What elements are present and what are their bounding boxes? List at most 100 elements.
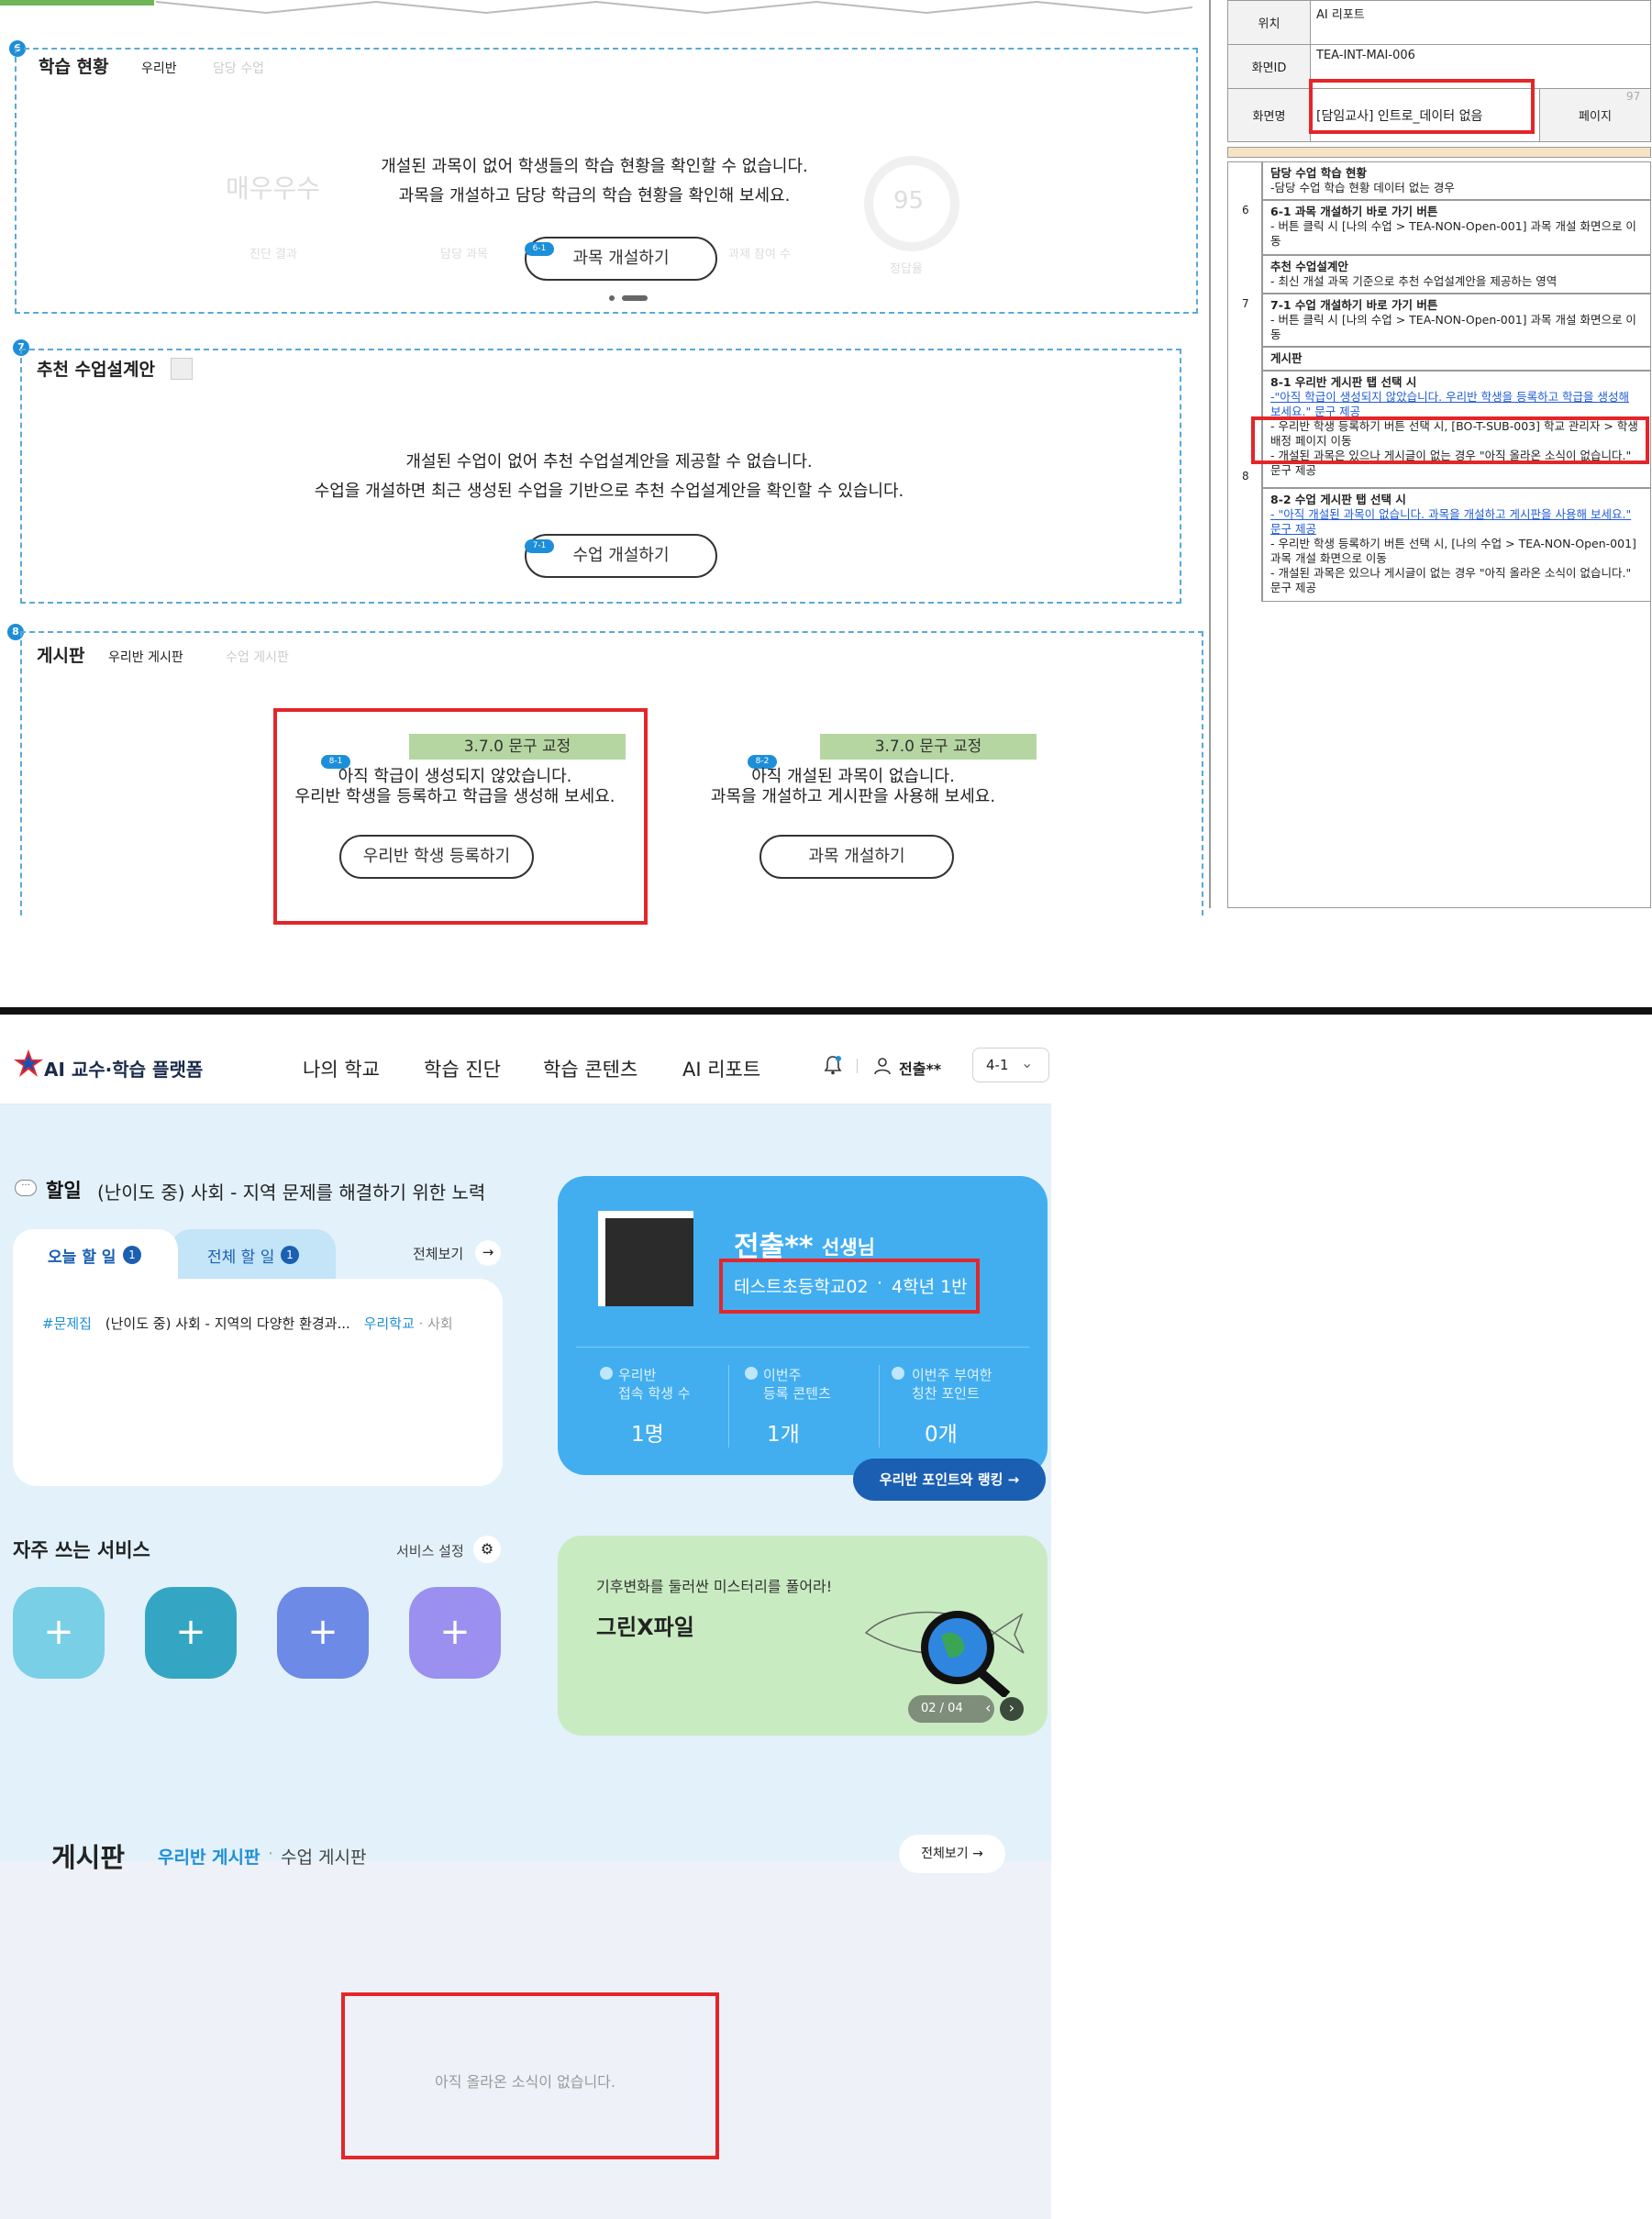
tab-our-board[interactable]: 우리반 게시판 [158, 1844, 261, 1869]
teacher-suffix: 선생님 [822, 1237, 875, 1259]
chevron-down-icon: ⌄ [1021, 1054, 1034, 1071]
chevron-right-icon[interactable]: › [1000, 1697, 1024, 1721]
class-select[interactable]: 4-1 ⌄ [972, 1048, 1049, 1082]
todo-view-all[interactable]: 전체보기 [413, 1244, 463, 1263]
highlight-box [273, 708, 648, 925]
tab-all-todo-label: 전체 할 일 [207, 1248, 275, 1267]
service-slot-1[interactable]: + [13, 1587, 105, 1679]
chevron-left-icon[interactable]: ‹ [985, 1699, 991, 1716]
empty-message: 아직 개설된 과목이 없습니다. 과목을 개설하고 게시판을 사용해 보세요. [679, 767, 1027, 807]
avatar[interactable] [598, 1211, 693, 1306]
divider-line [576, 1347, 1029, 1348]
brand-name[interactable]: AI 교수·학습 플랫폼 [44, 1055, 203, 1082]
service-slot-2[interactable]: + [145, 1587, 237, 1679]
page-number: 97 [1626, 90, 1641, 103]
spec-row-line: - 개설된 과목은 있으나 게시글이 없는 경우 "아직 올라온 소식이 없습니… [1270, 566, 1632, 594]
wireframe-spec-page: 6 학습 현황 우리반 담당 수업 매우우수 진단 결과 담당 과목 과제 참여… [0, 0, 1652, 1007]
annotation-tag: 6-1 [525, 242, 554, 256]
section-title: 학습 현황 [39, 57, 109, 77]
services-title: 자주 쓰는 서비스 [13, 1539, 150, 1561]
ranking-button[interactable]: 우리반 포인트와 랭킹 → [853, 1459, 1046, 1501]
spec-value: AI 리포트 [1310, 0, 1651, 45]
divider-line [879, 1365, 880, 1448]
ghost-label: 진단 결과 [249, 248, 297, 261]
nav-separator [857, 1059, 858, 1073]
tab-our-board[interactable]: 우리반 게시판 [108, 648, 183, 666]
tab-class-board[interactable]: 수업 게시판 [281, 1844, 366, 1869]
info-icon [171, 358, 193, 380]
spec-row-line: - 최신 개설 과목 기준으로 추천 수업설계안을 제공하는 영역 [1270, 274, 1558, 288]
highlight-box [719, 1259, 980, 1314]
tab-today-todo-count: 1 [123, 1246, 141, 1264]
create-subject-button[interactable]: 과목 개설하기 [525, 237, 717, 281]
todo-item-text: (난이도 중) 사회 - 지역의 다양한 환경과... [105, 1315, 350, 1332]
nav-diagnosis[interactable]: 학습 진단 [424, 1055, 501, 1082]
todo-heading: 할일 [46, 1180, 82, 1202]
todo-item-dot: · [418, 1315, 428, 1332]
gear-icon[interactable]: ⚙ [473, 1536, 501, 1563]
spec-label: 화면ID [1227, 44, 1311, 89]
highlight-box [1309, 79, 1535, 134]
services-settings[interactable]: 서비스 설정 [396, 1541, 464, 1560]
user-name[interactable]: 전출** [899, 1057, 941, 1079]
todo-item[interactable]: #문제집 (난이도 중) 사회 - 지역의 다양한 환경과... 우리학교 · … [42, 1314, 501, 1341]
learning-status-section: 학습 현황 우리반 담당 수업 매우우수 진단 결과 담당 과목 과제 참여 수… [15, 48, 1198, 314]
board-view-all[interactable]: 전체보기 → [899, 1835, 1005, 1873]
person-icon [600, 1367, 613, 1380]
stat-label: 이번주 부여한 [912, 1367, 992, 1383]
green-strip [0, 0, 154, 6]
highlight-box [341, 1992, 719, 2159]
spec-row-line: -"아직 학급이 생성되지 않았습니다. 우리반 학생을 등록하고 학급을 생성… [1270, 390, 1630, 418]
spec-row: 6-1 과목 개설하기 바로 가기 버튼 - 버튼 클릭 시 [나의 수업 > … [1262, 200, 1651, 255]
nav-my-school[interactable]: 나의 학교 [303, 1055, 380, 1082]
service-slot-3[interactable]: + [277, 1587, 369, 1679]
tab-today-todo[interactable]: 오늘 할 일 1 [13, 1229, 178, 1284]
stat-label: 우리반 [618, 1367, 657, 1383]
spec-label: 위치 [1227, 0, 1311, 45]
create-subject-button[interactable]: 과목 개설하기 [759, 835, 954, 879]
todo-item-tag: #문제집 [42, 1315, 92, 1332]
stat-contents: 이번주 등록 콘텐츠 1개 [741, 1365, 879, 1457]
nav-content[interactable]: 학습 콘텐츠 [543, 1055, 638, 1082]
empty-message: 개설된 수업이 없어 추천 수업설계안을 제공할 수 없습니다. 수업을 개설하… [160, 448, 1059, 506]
tab-all-todo-count: 1 [281, 1246, 299, 1264]
promo-banner[interactable]: 기후변화를 둘러싼 미스터리를 풀어라! 그린X파일 02 / 04 ‹ › [558, 1536, 1048, 1736]
spec-row: 7-1 수업 개설하기 바로 가기 버튼 - 버튼 클릭 시 [나의 수업 > … [1262, 294, 1651, 347]
spec-num-col [1227, 161, 1262, 602]
check-icon [745, 1367, 758, 1380]
profile-card: 전출** 선생님 테스트초등학교02 · 4학년 1반 우리반 접속 학생 수 … [558, 1176, 1048, 1475]
stat-label: 칭찬 포인트 [912, 1385, 980, 1402]
tab-class-board[interactable]: 수업 게시판 [226, 648, 289, 666]
carousel-dot[interactable] [609, 295, 615, 301]
class-select-value: 4-1 [986, 1057, 1009, 1073]
spec-row-title: 8-2 수업 게시판 탭 선택 시 [1270, 493, 1406, 506]
banner-title: 그린X파일 [596, 1614, 694, 1640]
spec-row-line: -담당 수업 학습 현황 데이터 없는 경우 [1270, 181, 1455, 194]
spec-row-num: 7 [1242, 297, 1249, 310]
stat-value: 0개 [925, 1423, 958, 1447]
carousel-dot-active[interactable] [622, 295, 648, 301]
spec-row: 8-2 수업 게시판 탭 선택 시 - "아직 개설된 과목이 없습니다. 과목… [1262, 488, 1651, 602]
nav-ai-report[interactable]: AI 리포트 [682, 1055, 760, 1082]
spec-row-title: 게시판 [1270, 351, 1303, 365]
spec-row-line: - 버튼 클릭 시 [나의 수업 > TEA-NON-Open-001] 과목 … [1270, 219, 1636, 248]
ghost-label: 과제 참여 수 [728, 248, 792, 261]
highlight-box [1251, 416, 1649, 464]
tab-all-todo[interactable]: 전체 할 일 1 [171, 1229, 336, 1284]
spec-row-line: - 우리반 학생 등록하기 버튼 선택 시, [나의 수업 > TEA-NON-… [1270, 537, 1636, 565]
bell-icon[interactable] [824, 1055, 842, 1075]
arrow-right-icon[interactable]: → [475, 1240, 501, 1266]
tab-my-subjects[interactable]: 담당 수업 [213, 59, 264, 77]
spec-row: 추천 수업설계안 - 최신 개설 과목 기준으로 추천 수업설계안을 제공하는 … [1262, 255, 1651, 294]
empty-message: 개설된 과목이 없어 학생들의 학습 현황을 확인할 수 없습니다. 과목을 개… [200, 152, 989, 211]
tab-today-todo-label: 오늘 할 일 [48, 1248, 116, 1267]
vertical-divider [1209, 0, 1211, 908]
section-title: 추천 수업설계안 [37, 360, 155, 380]
tab-our-class[interactable]: 우리반 [141, 59, 177, 77]
spec-row-title: 6-1 과목 개설하기 바로 가기 버튼 [1270, 205, 1438, 218]
create-class-button[interactable]: 수업 개설하기 [525, 534, 717, 578]
stat-label: 접속 학생 수 [618, 1385, 691, 1402]
section-divider [0, 1007, 1652, 1015]
service-slot-4[interactable]: + [409, 1587, 501, 1679]
ghost-label: 담당 과목 [440, 248, 488, 261]
